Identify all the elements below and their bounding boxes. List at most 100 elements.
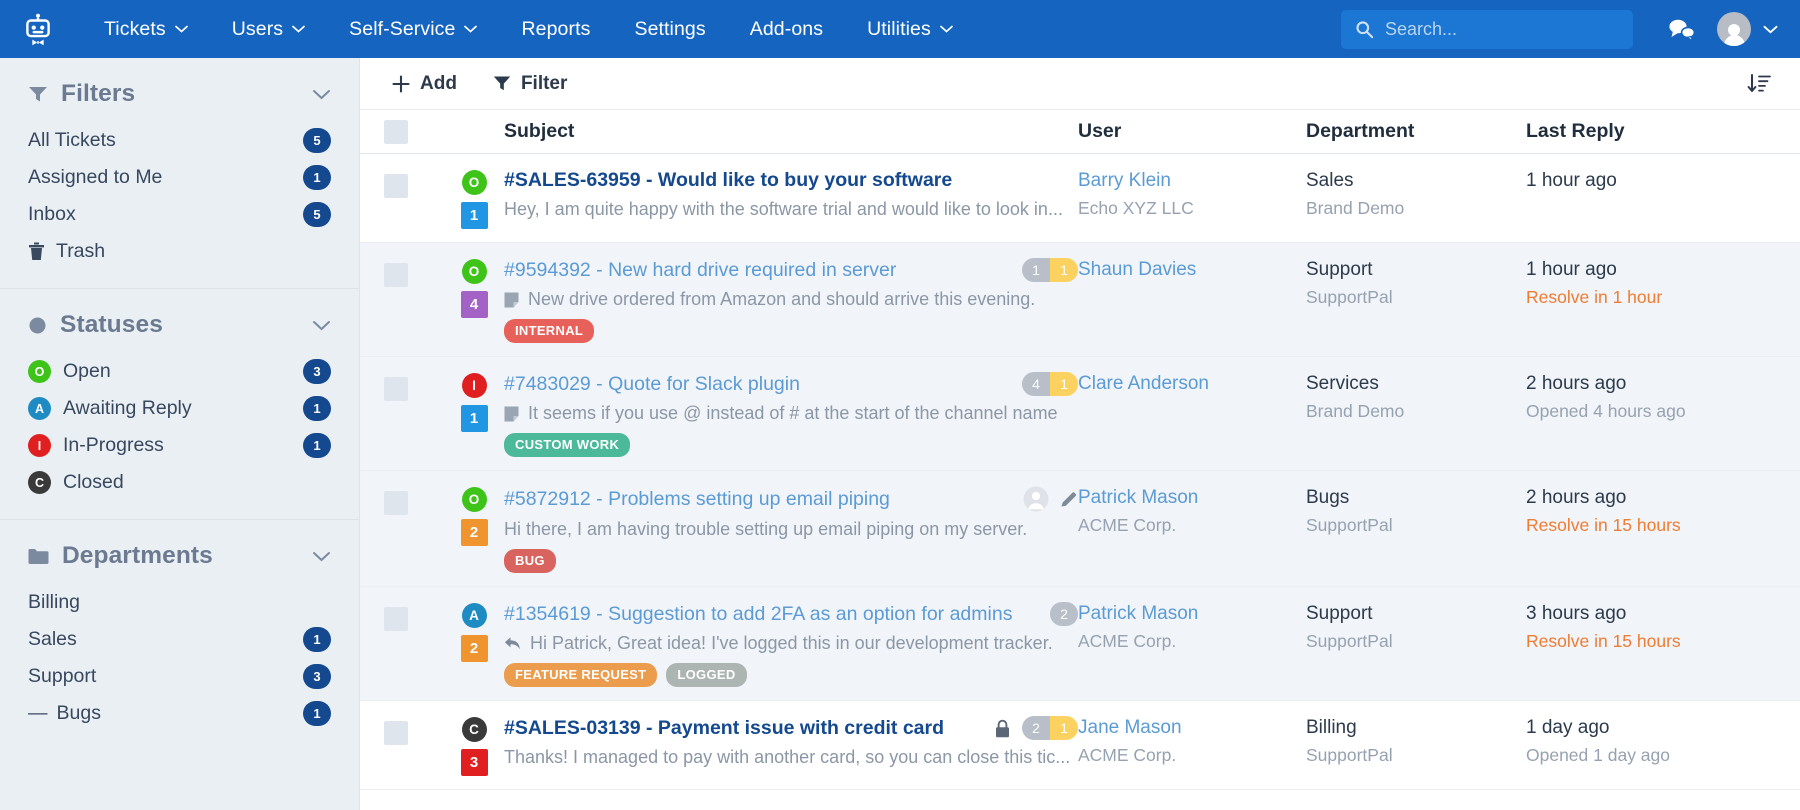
row-checkbox[interactable] <box>384 486 444 515</box>
row-department-cell: Support SupportPal <box>1306 602 1526 652</box>
user-link[interactable]: Barry Klein <box>1078 170 1306 192</box>
nav-item-users[interactable]: Users <box>210 0 327 58</box>
sidebar-item-status-closed[interactable]: C Closed <box>28 464 331 501</box>
sort-descending-icon[interactable] <box>1747 73 1772 95</box>
table-row[interactable]: O 2 #5872912 - Problems setting up email… <box>360 471 1800 587</box>
column-header-user[interactable]: User <box>1078 120 1306 143</box>
sidebar-item-dept-sales[interactable]: Sales 1 <box>28 621 331 658</box>
brand-name: SupportPal <box>1306 631 1393 651</box>
nav-item-utilities[interactable]: Utilities <box>845 0 975 58</box>
brand-name: SupportPal <box>1306 287 1393 307</box>
ticket-excerpt: New drive ordered from Amazon and should… <box>504 289 1078 310</box>
top-navbar: Tickets Users Self-Service Reports Setti… <box>0 0 1800 58</box>
ticket-tags: FEATURE REQUEST LOGGED <box>504 663 1078 687</box>
pencil-icon[interactable] <box>1059 490 1078 509</box>
row-checkbox[interactable] <box>384 372 444 401</box>
last-reply-time: 3 hours ago <box>1526 603 1627 624</box>
sidebar-item-count: 1 <box>303 396 331 421</box>
chevron-down-icon[interactable] <box>312 551 331 562</box>
table-row[interactable]: A 2 #1354619 - Suggestion to add 2FA as … <box>360 587 1800 701</box>
sidebar-item-dept-billing[interactable]: Billing <box>28 584 331 621</box>
tag-bug[interactable]: BUG <box>504 549 556 573</box>
add-button[interactable]: Add <box>392 73 457 95</box>
ticket-subject-link[interactable]: #SALES-03139 - Payment issue with credit… <box>504 717 944 740</box>
ticket-subject-link[interactable]: #SALES-63959 - Would like to buy your so… <box>504 169 952 192</box>
sidebar-item-all-tickets[interactable]: All Tickets 5 <box>28 122 331 159</box>
sidebar-section-header[interactable]: Departments <box>28 542 331 570</box>
sidebar-section-header[interactable]: Filters <box>28 80 331 108</box>
user-link[interactable]: Clare Anderson <box>1078 373 1306 395</box>
table-row[interactable]: I 1 #7483029 - Quote for Slack plugin 4 … <box>360 357 1800 471</box>
row-badges: I 1 <box>444 372 504 457</box>
sidebar-item-assigned-to-me[interactable]: Assigned to Me 1 <box>28 159 331 196</box>
nav-item-self-service[interactable]: Self-Service <box>327 0 499 58</box>
ticket-subject-link[interactable]: #5872912 - Problems setting up email pip… <box>504 488 890 511</box>
chevron-down-icon[interactable] <box>312 89 331 100</box>
sidebar-item-label: Assigned to Me <box>28 166 163 188</box>
select-all-checkbox[interactable] <box>384 119 444 144</box>
note-count-badge: 1 <box>1050 716 1078 740</box>
sidebar-item-status-awaiting-reply[interactable]: A Awaiting Reply 1 <box>28 390 331 427</box>
chevron-down-icon <box>292 25 306 33</box>
filter-button[interactable]: Filter <box>493 73 567 95</box>
user-company: ACME Corp. <box>1078 631 1177 651</box>
user-link[interactable]: Patrick Mason <box>1078 487 1306 509</box>
user-avatar-icon[interactable] <box>1023 486 1049 512</box>
chat-bubbles-icon[interactable] <box>1659 6 1705 52</box>
user-link[interactable]: Patrick Mason <box>1078 603 1306 625</box>
funnel-icon <box>28 85 48 103</box>
row-checkbox[interactable] <box>384 258 444 287</box>
table-row[interactable]: O 1 #SALES-63959 - Would like to buy you… <box>360 154 1800 243</box>
sidebar-item-status-in-progress[interactable]: I In-Progress 1 <box>28 427 331 464</box>
sidebar-item-dept-bugs[interactable]: — Bugs 1 <box>28 695 331 732</box>
ticket-excerpt-text: Hi there, I am having trouble setting up… <box>504 519 1028 539</box>
row-checkbox[interactable] <box>384 716 444 745</box>
ticket-excerpt-text: Thanks! I managed to pay with another ca… <box>504 747 1071 767</box>
robot-logo-icon[interactable] <box>16 7 60 51</box>
ticket-excerpt: Hey, I am quite happy with the software … <box>504 199 1078 220</box>
search-input[interactable] <box>1385 18 1619 40</box>
ticket-subject-link[interactable]: #1354619 - Suggestion to add 2FA as an o… <box>504 603 1012 626</box>
column-header-department[interactable]: Department <box>1306 120 1526 143</box>
ticket-subject-link[interactable]: #9594392 - New hard drive required in se… <box>504 259 896 282</box>
tag-internal[interactable]: INTERNAL <box>504 319 595 343</box>
status-letter-badge: O <box>28 360 51 383</box>
sidebar-item-trash[interactable]: Trash <box>28 233 331 270</box>
sidebar-item-dept-support[interactable]: Support 3 <box>28 658 331 695</box>
user-link[interactable]: Shaun Davies <box>1078 259 1306 281</box>
column-header-subject[interactable]: Subject <box>444 120 1078 143</box>
row-user-cell: Clare Anderson <box>1078 372 1306 395</box>
tag-feature-request[interactable]: FEATURE REQUEST <box>504 663 658 687</box>
reply-icon <box>504 636 521 651</box>
table-row[interactable]: C 3 #SALES-03139 - Payment issue with cr… <box>360 701 1800 790</box>
sidebar-item-inbox[interactable]: Inbox 5 <box>28 196 331 233</box>
tag-logged[interactable]: LOGGED <box>666 663 747 687</box>
account-menu[interactable] <box>1717 12 1778 46</box>
sidebar-section-statuses: Statuses O Open 3 A Awaiting Reply 1 I I… <box>0 289 359 520</box>
nav-item-label: Reports <box>521 17 591 40</box>
chevron-down-icon <box>174 25 188 33</box>
tag-custom-work[interactable]: CUSTOM WORK <box>504 433 631 457</box>
user-link[interactable]: Jane Mason <box>1078 717 1306 739</box>
status-badge: A <box>461 603 487 628</box>
row-checkbox[interactable] <box>384 169 444 198</box>
reply-count-badge: 1 <box>1022 258 1050 282</box>
nav-item-settings[interactable]: Settings <box>612 0 727 58</box>
row-checkbox[interactable] <box>384 602 444 631</box>
ticket-excerpt: Hi Patrick, Great idea! I've logged this… <box>504 633 1078 654</box>
row-user-cell: Patrick Mason ACME Corp. <box>1078 486 1306 536</box>
ticket-subject-link[interactable]: #7483029 - Quote for Slack plugin <box>504 373 800 396</box>
table-row[interactable]: O 4 #9594392 - New hard drive required i… <box>360 243 1800 357</box>
column-header-last-reply[interactable]: Last Reply <box>1526 120 1776 143</box>
sidebar-item-label: Bugs <box>56 702 101 724</box>
sidebar-item-label: Open <box>63 360 111 382</box>
chevron-down-icon[interactable] <box>312 320 331 331</box>
sidebar-item-label: All Tickets <box>28 129 116 151</box>
nav-item-add-ons[interactable]: Add-ons <box>728 0 845 58</box>
nav-item-tickets[interactable]: Tickets <box>82 0 210 58</box>
nav-item-reports[interactable]: Reports <box>499 0 612 58</box>
sidebar-section-header[interactable]: Statuses <box>28 311 331 339</box>
sidebar-item-status-open[interactable]: O Open 3 <box>28 353 331 390</box>
search-box[interactable] <box>1341 9 1633 49</box>
brand-name: SupportPal <box>1306 515 1393 535</box>
